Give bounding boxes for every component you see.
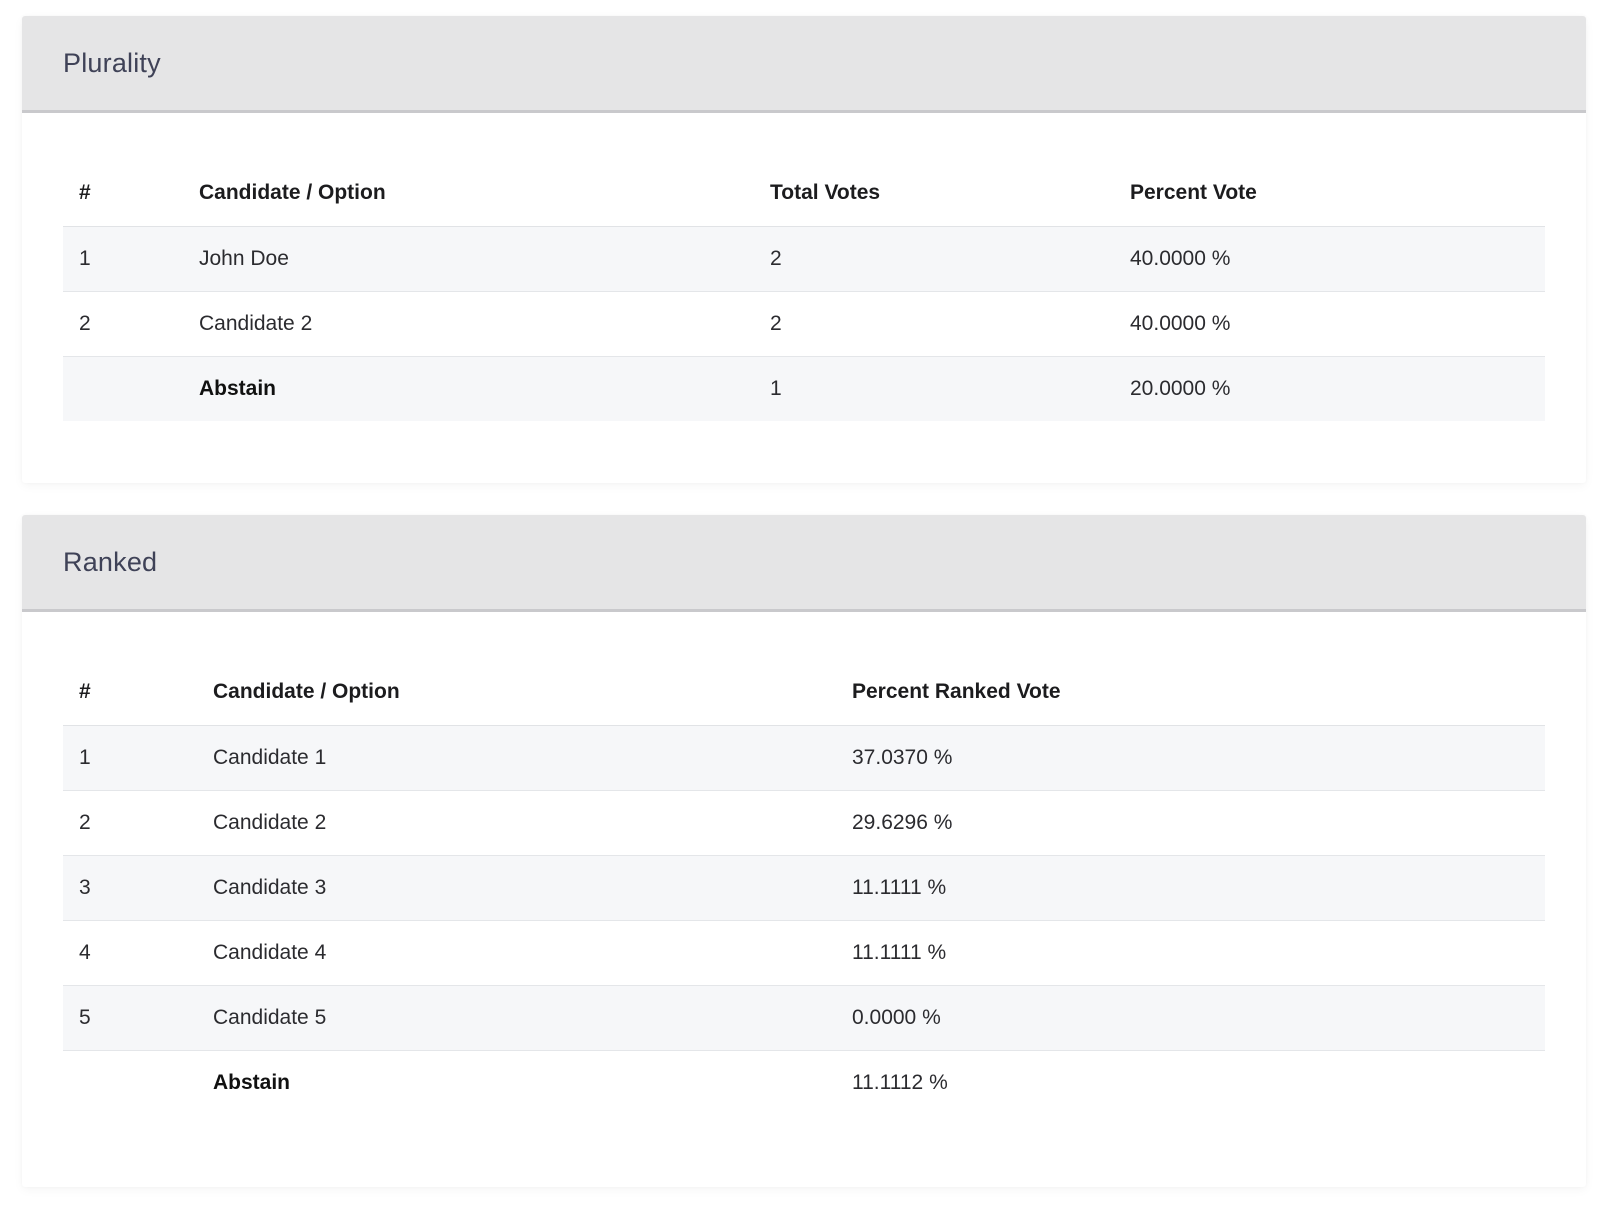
column-header-rank: #	[63, 160, 183, 227]
rank-cell: 5	[63, 985, 197, 1051]
rank-cell: 2	[63, 790, 197, 856]
candidate-cell: Candidate 4	[197, 920, 836, 986]
results-page: Plurality # Candidate / Option Total Vot…	[0, 0, 1600, 1217]
plurality-card-body: # Candidate / Option Total Votes Percent…	[22, 113, 1586, 483]
plurality-title: Plurality	[63, 47, 161, 78]
column-header-total-votes: Total Votes	[754, 160, 1114, 227]
rank-cell: 3	[63, 855, 197, 921]
ranked-results-card: Ranked # Candidate / Option Percent Rank…	[22, 515, 1586, 1187]
column-header-candidate: Candidate / Option	[197, 659, 836, 726]
candidate-cell: Candidate 5	[197, 985, 836, 1051]
percent-cell: 11.1111 %	[836, 855, 1545, 921]
ranked-title: Ranked	[63, 546, 158, 577]
plurality-results-card: Plurality # Candidate / Option Total Vot…	[22, 16, 1586, 483]
rank-cell: 4	[63, 920, 197, 986]
table-row: 4 Candidate 4 11.1111 %	[63, 920, 1545, 986]
rank-cell: 1	[63, 226, 183, 292]
candidate-cell: Candidate 1	[197, 725, 836, 791]
table-header-row: # Candidate / Option Percent Ranked Vote	[63, 659, 1545, 726]
ranked-card-body: # Candidate / Option Percent Ranked Vote…	[22, 612, 1586, 1187]
rank-cell: 1	[63, 725, 197, 791]
column-header-percent-vote: Percent Vote	[1114, 160, 1545, 227]
abstain-label: Abstain	[213, 1070, 291, 1094]
rank-cell	[63, 356, 183, 421]
percent-cell: 20.0000 %	[1114, 356, 1545, 421]
table-row: 2 Candidate 2 29.6296 %	[63, 790, 1545, 856]
table-row: 1 John Doe 2 40.0000 %	[63, 226, 1545, 292]
table-row: 1 Candidate 1 37.0370 %	[63, 725, 1545, 791]
percent-cell: 0.0000 %	[836, 985, 1545, 1051]
abstain-label: Abstain	[183, 356, 754, 421]
column-header-percent-ranked-vote: Percent Ranked Vote	[836, 659, 1545, 726]
table-row-abstain: Abstain 1 20.0000 %	[63, 356, 1545, 421]
percent-cell: 40.0000 %	[1114, 226, 1545, 292]
percent-cell: 37.0370 %	[836, 725, 1545, 791]
table-header-row: # Candidate / Option Total Votes Percent…	[63, 160, 1545, 227]
rank-cell: 2	[63, 291, 183, 357]
plurality-card-header: Plurality	[22, 16, 1586, 113]
votes-cell: 1	[754, 356, 1114, 421]
candidate-cell: Candidate 3	[197, 855, 836, 921]
plurality-results-table: # Candidate / Option Total Votes Percent…	[63, 160, 1545, 421]
table-row: 5 Candidate 5 0.0000 %	[63, 985, 1545, 1051]
table-row-abstain: Abstain 11.1112 %	[63, 1050, 1545, 1115]
ranked-card-header: Ranked	[22, 515, 1586, 612]
table-row: 2 Candidate 2 2 40.0000 %	[63, 291, 1545, 357]
column-header-candidate: Candidate / Option	[183, 160, 754, 227]
percent-cell: 11.1111 %	[836, 920, 1545, 986]
percent-cell: 11.1112 %	[852, 1070, 948, 1094]
rank-cell	[63, 1050, 197, 1115]
candidate-cell: John Doe	[183, 226, 754, 292]
percent-cell: 40.0000 %	[1114, 291, 1545, 357]
percent-cell: 29.6296 %	[836, 790, 1545, 856]
candidate-cell: Candidate 2	[197, 790, 836, 856]
column-header-rank: #	[63, 659, 197, 726]
table-row: 3 Candidate 3 11.1111 %	[63, 855, 1545, 921]
ranked-results-table: # Candidate / Option Percent Ranked Vote…	[63, 659, 1545, 1115]
candidate-cell: Candidate 2	[183, 291, 754, 357]
votes-cell: 2	[754, 291, 1114, 357]
votes-cell: 2	[754, 226, 1114, 292]
